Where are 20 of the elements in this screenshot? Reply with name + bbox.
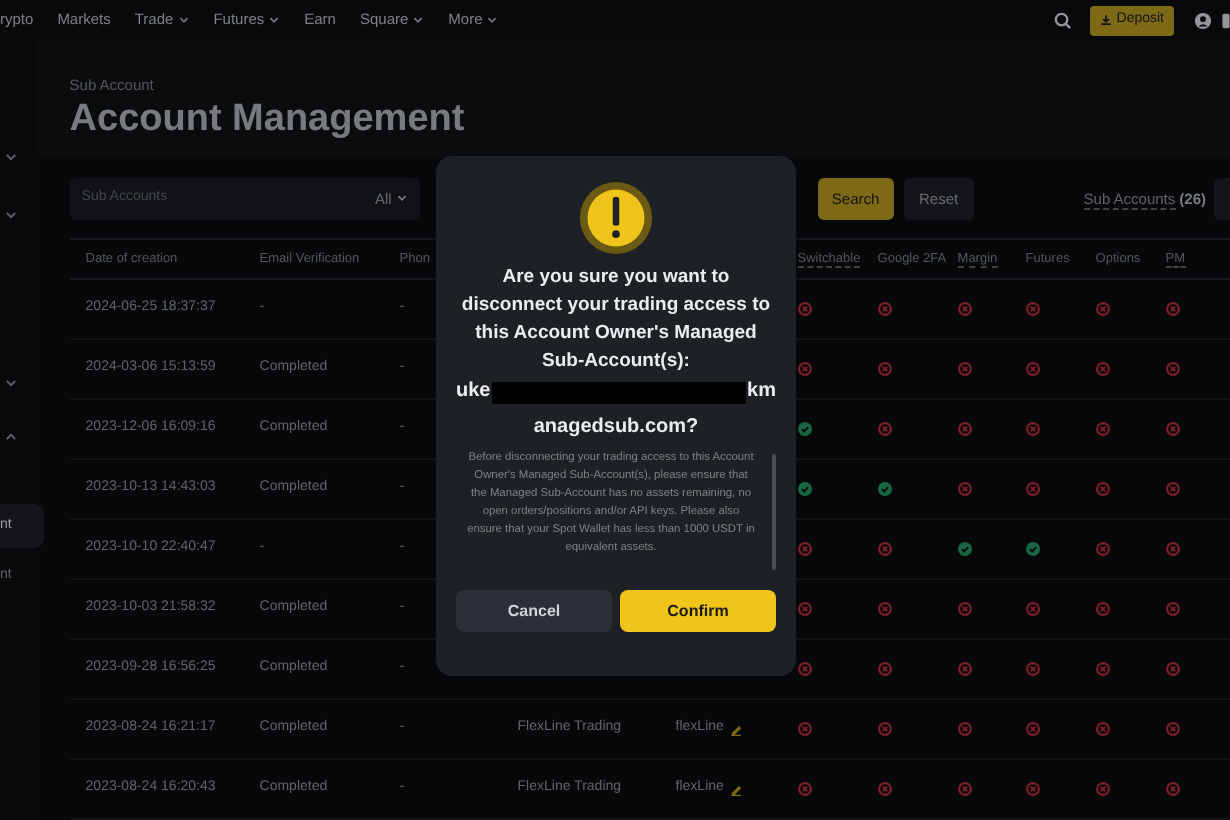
search-icon[interactable] [1054,11,1073,29]
scrollbar [772,454,776,570]
page-title: Account Management [69,96,467,145]
caret-icon[interactable] [4,376,18,390]
email-text: anagedsub.com? [533,414,699,442]
edit-icon[interactable] [729,723,742,735]
wallet-icon[interactable] [1222,11,1230,29]
dialog-title: Are you sure you want to disconnect your trading access to this Account Owner's Managed Sub-Account(s): [459,264,773,376]
email-text: km [747,378,776,406]
edit-icon[interactable] [729,783,742,795]
user-icon[interactable] [1194,11,1212,29]
caret-icon [395,192,408,205]
confirm-button[interactable]: Confirm [620,590,776,632]
cancel-button[interactable]: Cancel [456,590,612,632]
email-text: uke [456,378,491,406]
caret-icon[interactable] [4,430,18,444]
download-icon [1100,14,1113,26]
caret-icon[interactable] [4,208,18,222]
caret-icon[interactable] [4,150,18,164]
warning-icon [578,180,654,256]
